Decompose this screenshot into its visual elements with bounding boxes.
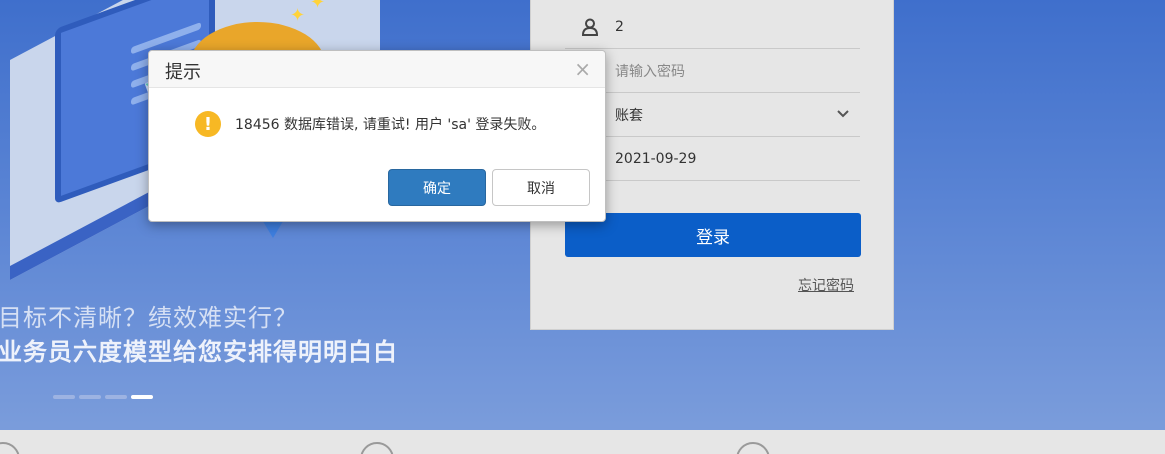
warning-icon: ! — [195, 111, 221, 137]
password-placeholder[interactable]: 请输入密码 — [615, 61, 860, 81]
star-icon: ✦ — [290, 5, 306, 26]
user-icon — [565, 18, 615, 36]
carousel-dot[interactable] — [53, 395, 75, 399]
carousel-dot[interactable] — [79, 395, 101, 399]
footer-icon — [0, 442, 20, 454]
star-icon: ✦ — [310, 0, 326, 13]
dialog-header: 提示 × — [149, 51, 605, 88]
slogan-line-2: 业务员六度模型给您安排得明明白白 — [0, 338, 398, 366]
carousel-dot[interactable] — [105, 395, 127, 399]
username-field[interactable]: 2 — [565, 5, 860, 49]
login-button[interactable]: 登录 — [565, 213, 861, 257]
account-set-select[interactable]: 账套 — [565, 93, 860, 137]
carousel-dot-active[interactable] — [131, 395, 153, 399]
close-icon[interactable]: × — [574, 59, 591, 79]
chevron-down-icon[interactable] — [836, 107, 860, 123]
password-field[interactable]: 请输入密码 — [565, 49, 860, 93]
ok-button[interactable]: 确定 — [388, 169, 486, 206]
footer-icon — [736, 442, 770, 454]
date-value[interactable]: 2021-09-29 — [615, 151, 860, 167]
cancel-button[interactable]: 取消 — [492, 169, 590, 206]
account-set-value[interactable]: 账套 — [615, 105, 836, 125]
alert-dialog: 提示 × ! 18456 数据库错误, 请重试! 用户 'sa' 登录失败。 确… — [148, 50, 606, 222]
dialog-message-text: 18456 数据库错误, 请重试! 用户 'sa' 登录失败。 — [235, 117, 546, 133]
footer-bar — [0, 430, 1165, 454]
forgot-password-link[interactable]: 忘记密码 — [798, 275, 854, 295]
slogan-line-1: 目标不清晰？绩效难实行？ — [0, 304, 298, 332]
dialog-message: ! 18456 数据库错误, 请重试! 用户 'sa' 登录失败。 — [195, 111, 545, 137]
footer-icon — [360, 442, 394, 454]
carousel-indicators[interactable] — [53, 395, 153, 399]
date-field[interactable]: 2021-09-29 — [565, 137, 860, 181]
dialog-title: 提示 — [165, 62, 201, 83]
username-value[interactable]: 2 — [615, 19, 860, 35]
